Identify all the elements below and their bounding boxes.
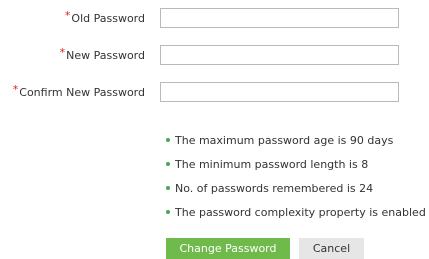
old-password-input[interactable]: [160, 8, 399, 28]
bullet-icon: [166, 162, 170, 166]
change-password-button[interactable]: Change Password: [166, 238, 290, 259]
new-password-label: *New Password: [59, 46, 145, 63]
policy-rule-text: The minimum password length is 8: [175, 158, 369, 171]
bullet-icon: [166, 186, 170, 190]
required-marker: *: [64, 9, 71, 22]
required-marker: *: [12, 83, 19, 96]
password-policy-list: The maximum password age is 90 days The …: [166, 133, 426, 229]
old-password-row: *Old Password: [0, 8, 429, 30]
policy-rule: The password complexity property is enab…: [166, 205, 426, 229]
old-password-label-text: Old Password: [71, 12, 145, 25]
confirm-password-row: *Confirm New Password: [0, 82, 429, 104]
policy-rule: No. of passwords remembered is 24: [166, 181, 426, 205]
policy-rule-text: No. of passwords remembered is 24: [175, 182, 374, 195]
old-password-label: *Old Password: [64, 9, 145, 26]
confirm-password-label: *Confirm New Password: [12, 83, 145, 100]
confirm-password-label-text: Confirm New Password: [19, 86, 145, 99]
new-password-input[interactable]: [160, 45, 399, 65]
policy-rule: The minimum password length is 8: [166, 157, 426, 181]
bullet-icon: [166, 138, 170, 142]
cancel-button[interactable]: Cancel: [299, 238, 364, 259]
bullet-icon: [166, 210, 170, 214]
policy-rule: The maximum password age is 90 days: [166, 133, 426, 157]
new-password-label-text: New Password: [66, 49, 145, 62]
required-marker: *: [59, 46, 66, 59]
policy-rule-text: The password complexity property is enab…: [175, 206, 426, 219]
confirm-password-input[interactable]: [160, 82, 399, 102]
policy-rule-text: The maximum password age is 90 days: [175, 134, 394, 147]
new-password-row: *New Password: [0, 45, 429, 67]
